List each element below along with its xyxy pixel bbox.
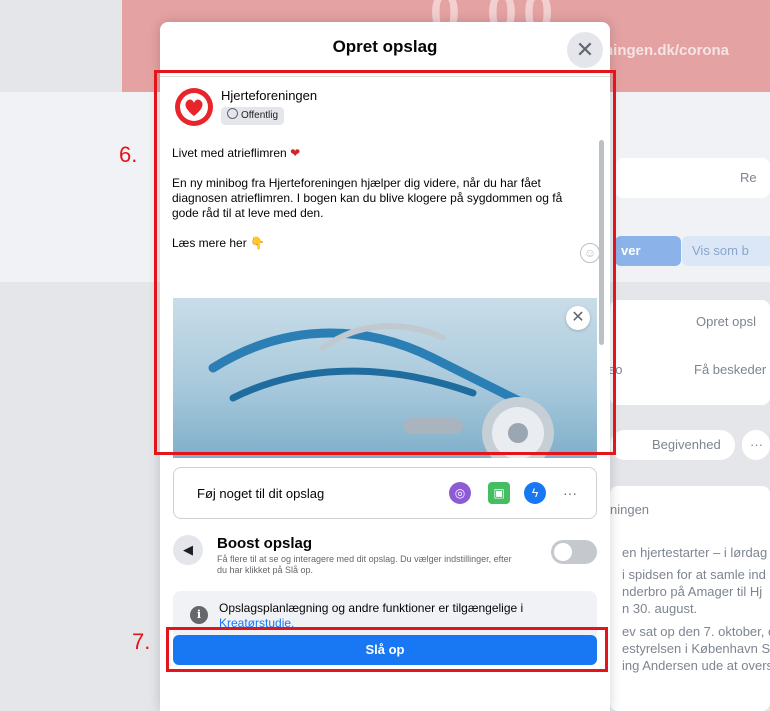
- background-feed-line: ev sat op den 7. oktober, o: [622, 624, 770, 639]
- megaphone-icon: ◀: [173, 535, 203, 565]
- boost-title: Boost opslag: [217, 535, 313, 552]
- background-view-as-button: Vis som b: [682, 236, 770, 266]
- background-feed-line: nderbro på Amager til Hj: [622, 584, 763, 599]
- background-primary-button: ver: [615, 236, 681, 266]
- add-to-post-bar[interactable]: Føj noget til dit opslag ◎ ▣ ϟ ···: [173, 467, 597, 519]
- background-edit-card: Re: [615, 158, 770, 198]
- background-more-pill: ···: [742, 430, 770, 460]
- background-feed-line: en hjertestarter – i lørdag: [622, 545, 768, 560]
- background-feed-line: n 30. august.: [622, 601, 698, 616]
- boost-post-row: ◀ Boost opslag Få flere til at se og int…: [173, 532, 597, 582]
- background-create-label: Opret opsl: [696, 314, 756, 329]
- boost-description: Få flere til at se og interagere med dit…: [217, 554, 512, 575]
- dialog-title: Opret opslag: [332, 37, 438, 56]
- messenger-icon[interactable]: ϟ: [524, 482, 546, 504]
- highlight-box-step-7: [166, 627, 608, 672]
- step-6-label: 6.: [119, 142, 138, 167]
- background-feed-line: ing Andersen ude at overs: [622, 658, 770, 673]
- tag-icon[interactable]: ◎: [449, 482, 471, 504]
- add-to-post-label: Føj noget til dit opslag: [197, 486, 325, 501]
- background-edit-label: Re: [740, 170, 757, 185]
- more-options-icon[interactable]: ···: [559, 482, 581, 504]
- toggle-knob: [554, 543, 572, 561]
- step-7-label: 7.: [132, 629, 151, 654]
- close-button[interactable]: ✕: [567, 32, 603, 68]
- background-feed-line: i spidsen for at samle ind: [622, 567, 766, 582]
- photo-icon[interactable]: ▣: [488, 482, 510, 504]
- background-event-pill: Begivenhed: [610, 430, 735, 460]
- background-feed-line: estyrelsen i København S,: [622, 641, 770, 656]
- background-feed-card: ningen en hjertestarter – i lørdag i spi…: [610, 486, 770, 711]
- background-create-post-card: Opret opsl eo Få beskeder: [608, 300, 770, 405]
- background-url: ningen.dk/corona: [604, 42, 730, 59]
- boost-toggle[interactable]: [551, 540, 597, 564]
- info-icon: i: [190, 606, 208, 624]
- close-icon: ✕: [575, 37, 595, 62]
- highlight-box-step-6: [154, 70, 616, 455]
